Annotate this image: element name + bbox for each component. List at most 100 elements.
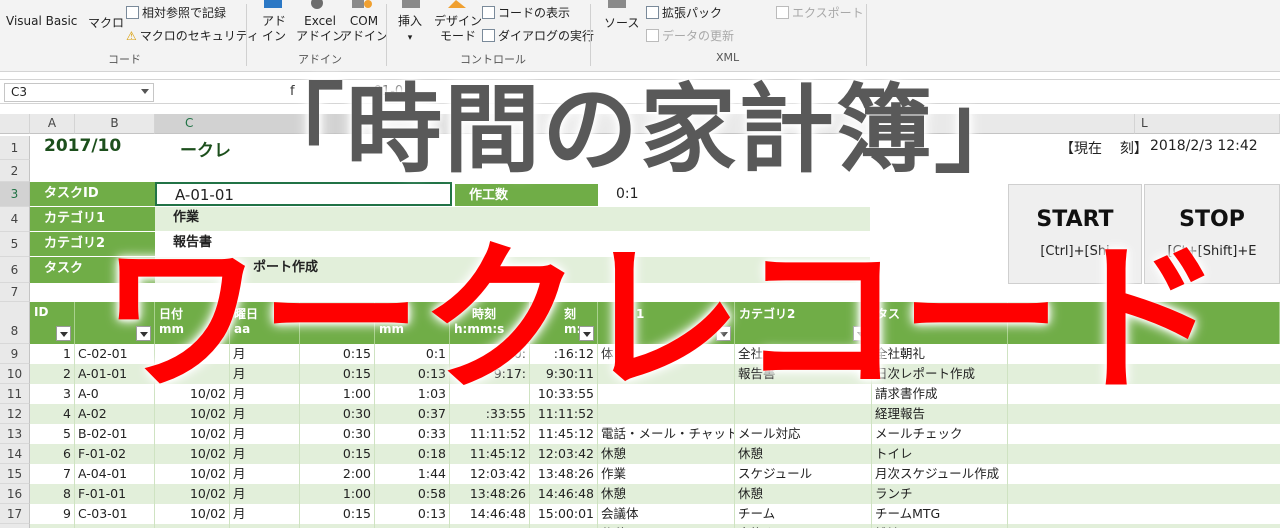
cell-id[interactable]: 1 bbox=[30, 344, 75, 364]
table-row[interactable]: 10F-02-0110/02月0:150:1115:00:0115:11:12休… bbox=[30, 524, 1280, 528]
excel-addin-button[interactable]: Excel アドイン bbox=[296, 14, 344, 44]
cell-id[interactable]: 8 bbox=[30, 484, 75, 504]
column-header-l[interactable]: L bbox=[1135, 114, 1280, 134]
cell-cat1[interactable]: 休憩 bbox=[598, 484, 735, 504]
cell-weekday[interactable]: 月 bbox=[230, 464, 300, 484]
cell-actual[interactable]: 1:44 bbox=[375, 464, 450, 484]
row-header-9[interactable]: 9 bbox=[0, 344, 30, 364]
cell-task[interactable]: 雑談 bbox=[872, 524, 1008, 528]
filter-dropdown-icon[interactable] bbox=[56, 326, 71, 341]
cell-task[interactable]: 月次スケジュール作成 bbox=[872, 464, 1008, 484]
table-row[interactable]: 6 F-01-02 10/02 月 0:15 0:18 11:45:12 12:03:42 休憩… bbox=[30, 444, 1280, 464]
cell-weekday[interactable]: 月 bbox=[230, 504, 300, 524]
row-header-5[interactable]: 5 bbox=[0, 232, 30, 257]
cell-start[interactable]: 14:46:48 bbox=[450, 504, 530, 524]
design-mode-button[interactable]: デザイン モード bbox=[434, 14, 482, 44]
table-row[interactable]: 8 F-01-01 10/02 月 1:00 0:58 13:48:26 14:46:48 休憩… bbox=[30, 484, 1280, 504]
cell-start[interactable]: 11:45:12 bbox=[450, 444, 530, 464]
expansion-pack-button[interactable]: 拡張パック bbox=[646, 4, 722, 21]
cell-cat1[interactable]: 会議体 bbox=[598, 504, 735, 524]
cell-task-id[interactable]: A-04-01 bbox=[75, 464, 155, 484]
column-header-b[interactable]: B bbox=[75, 114, 155, 134]
cell-weekday[interactable]: 月 bbox=[230, 524, 300, 528]
cell-task-id[interactable]: F-02-01 bbox=[75, 524, 155, 528]
cell-planned[interactable]: 0:15 bbox=[300, 504, 375, 524]
export-button[interactable]: エクスポート bbox=[776, 4, 864, 21]
cell-actual[interactable]: 0:58 bbox=[375, 484, 450, 504]
row-header-6[interactable]: 6 bbox=[0, 257, 30, 283]
cell-cat2[interactable]: スケジュール bbox=[735, 464, 872, 484]
cell-start[interactable]: 12:03:42 bbox=[450, 464, 530, 484]
run-dialog-button[interactable]: ダイアログの実行 bbox=[482, 27, 594, 44]
cell-date[interactable]: 10/02 bbox=[155, 444, 230, 464]
cell-id[interactable]: 6 bbox=[30, 444, 75, 464]
cell-planned[interactable]: 2:00 bbox=[300, 464, 375, 484]
row-header-8[interactable]: 8 bbox=[0, 302, 30, 344]
view-code-button[interactable]: コードの表示 bbox=[482, 4, 570, 21]
cell-end[interactable]: 15:00:01 bbox=[530, 504, 598, 524]
refresh-data-button[interactable]: データの更新 bbox=[646, 27, 734, 44]
cell-start[interactable]: 15:00:01 bbox=[450, 524, 530, 528]
row-header-18[interactable]: 18 bbox=[0, 524, 30, 528]
macro-button[interactable]: マクロ bbox=[88, 14, 124, 31]
cell-end[interactable]: 15:11:12 bbox=[530, 524, 598, 528]
row-header-15[interactable]: 15 bbox=[0, 464, 30, 484]
cell-start[interactable]: 13:48:26 bbox=[450, 484, 530, 504]
cell-task[interactable]: チームMTG bbox=[872, 504, 1008, 524]
name-box[interactable]: C3 bbox=[4, 83, 154, 102]
com-addin-button[interactable]: COM アドイン bbox=[340, 14, 388, 44]
cell-date[interactable]: 10/02 bbox=[155, 464, 230, 484]
visual-basic-button[interactable]: Visual Basic bbox=[6, 14, 77, 28]
cell-weekday[interactable]: 月 bbox=[230, 444, 300, 464]
row-header-14[interactable]: 14 bbox=[0, 444, 30, 464]
relative-reference-button[interactable]: 相対参照で記録 bbox=[126, 4, 226, 21]
cell-actual[interactable]: 0:11 bbox=[375, 524, 450, 528]
table-row[interactable]: 7 A-04-01 10/02 月 2:00 1:44 12:03:42 13:48:26 作業… bbox=[30, 464, 1280, 484]
row-header-12[interactable]: 12 bbox=[0, 404, 30, 424]
cell-id[interactable]: 5 bbox=[30, 424, 75, 444]
cell-cat1[interactable]: 休憩 bbox=[598, 524, 735, 528]
cell-task[interactable]: トイレ bbox=[872, 444, 1008, 464]
table-row[interactable]: 9 C-03-01 10/02 月 0:15 0:13 14:46:48 15:00:01 会議… bbox=[30, 504, 1280, 524]
row-header-2[interactable]: 2 bbox=[0, 160, 30, 182]
cell-cat2[interactable]: 休憩 bbox=[735, 484, 872, 504]
addin-button[interactable]: アド イン bbox=[262, 14, 286, 44]
cell-date[interactable]: 10/02 bbox=[155, 504, 230, 524]
column-header-a[interactable]: A bbox=[30, 114, 75, 134]
cell-id[interactable]: 3 bbox=[30, 384, 75, 404]
cell-task[interactable]: ランチ bbox=[872, 484, 1008, 504]
source-button[interactable]: ソース bbox=[604, 14, 639, 31]
cell-task-id[interactable]: F-01-01 bbox=[75, 484, 155, 504]
cell-end[interactable]: 14:46:48 bbox=[530, 484, 598, 504]
cell-id[interactable]: 7 bbox=[30, 464, 75, 484]
row-header-7[interactable]: 7 bbox=[0, 283, 30, 302]
row-header-3[interactable]: 3 bbox=[0, 182, 30, 207]
row-header-17[interactable]: 17 bbox=[0, 504, 30, 524]
cell-task-id[interactable]: F-01-02 bbox=[75, 444, 155, 464]
row-header-10[interactable]: 10 bbox=[0, 364, 30, 384]
cell-end[interactable]: 12:03:42 bbox=[530, 444, 598, 464]
cell-id[interactable]: 10 bbox=[30, 524, 75, 528]
cell-cat2[interactable]: 休憩 bbox=[735, 444, 872, 464]
cell-task-id[interactable]: C-03-01 bbox=[75, 504, 155, 524]
cell-end[interactable]: 13:48:26 bbox=[530, 464, 598, 484]
row-header-13[interactable]: 13 bbox=[0, 424, 30, 444]
macro-security-button[interactable]: ⚠ マクロのセキュリティ bbox=[126, 27, 259, 44]
cell-actual[interactable]: 0:13 bbox=[375, 504, 450, 524]
insert-button[interactable]: 挿入 ▾ bbox=[398, 14, 422, 46]
cell-planned[interactable]: 0:15 bbox=[300, 444, 375, 464]
row-header-4[interactable]: 4 bbox=[0, 207, 30, 232]
cell-cat1[interactable]: 作業 bbox=[598, 464, 735, 484]
cell-cat2[interactable]: 息抜き bbox=[735, 524, 872, 528]
cell-planned[interactable]: 0:15 bbox=[300, 524, 375, 528]
cell-date[interactable]: 10/02 bbox=[155, 484, 230, 504]
select-all-corner[interactable] bbox=[0, 114, 30, 134]
cell-cat1[interactable]: 休憩 bbox=[598, 444, 735, 464]
cell-cat2[interactable]: チーム bbox=[735, 504, 872, 524]
cell-id[interactable]: 9 bbox=[30, 504, 75, 524]
cell-weekday[interactable]: 月 bbox=[230, 484, 300, 504]
chevron-down-icon[interactable] bbox=[141, 89, 149, 94]
row-header-1[interactable]: 1 bbox=[0, 136, 30, 160]
cell-actual[interactable]: 0:18 bbox=[375, 444, 450, 464]
cell-id[interactable]: 4 bbox=[30, 404, 75, 424]
